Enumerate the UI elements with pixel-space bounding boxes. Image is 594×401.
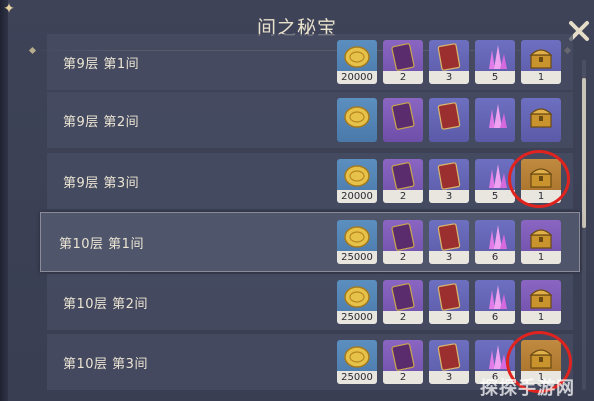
gold-coin-icon — [344, 46, 370, 68]
list-item[interactable]: 第9层 第2间 — [47, 92, 573, 148]
red-book-icon — [437, 343, 461, 371]
reward-slot[interactable]: 5 — [475, 40, 515, 84]
reward-quantity: 6 — [475, 311, 515, 324]
reward-slot[interactable]: 25000 — [337, 340, 377, 384]
purple-book-icon — [391, 43, 415, 71]
reward-slot[interactable]: 20000 — [337, 40, 377, 84]
reward-slot[interactable]: 3 — [429, 40, 469, 84]
crystal-icon — [489, 285, 507, 309]
treasure-chest-icon — [529, 229, 553, 249]
purple-book-icon — [391, 102, 415, 130]
reward-quantity: 25000 — [337, 251, 377, 264]
gold-coin-icon — [344, 286, 370, 308]
reward-quantity: 6 — [475, 251, 515, 264]
purple-book-icon — [391, 343, 415, 371]
reward-quantity: 1 — [521, 251, 561, 264]
gold-coin-icon — [344, 226, 370, 248]
crystal-icon — [489, 104, 507, 128]
purple-book-icon — [391, 162, 415, 190]
reward-quantity: 3 — [429, 371, 469, 384]
reward-slot[interactable]: 1 — [521, 40, 561, 84]
reward-quantity: 2 — [383, 371, 423, 384]
gold-coin-icon — [344, 106, 370, 128]
reward-slot[interactable]: 1 — [521, 220, 561, 264]
reward-slot[interactable]: 20000 — [337, 159, 377, 203]
reward-quantity: 5 — [475, 71, 515, 84]
reward-quantity: 20000 — [337, 71, 377, 84]
reward-quantity: 25000 — [337, 311, 377, 324]
red-book-icon — [437, 43, 461, 71]
reward-slot[interactable]: 2 — [383, 220, 423, 264]
reward-slot[interactable]: 3 — [429, 220, 469, 264]
reward-quantity: 3 — [429, 251, 469, 264]
reward-slot[interactable]: 25000 — [337, 280, 377, 324]
crystal-icon — [489, 164, 507, 188]
purple-book-icon — [391, 283, 415, 311]
row-label: 第10层 第1间 — [59, 236, 144, 252]
crystal-icon — [489, 45, 507, 69]
reward-slot[interactable] — [429, 98, 469, 142]
list-item[interactable]: 第9层 第1间 20000 2 3 5 1 — [47, 34, 573, 90]
list-item[interactable]: 第9层 第3间 20000 2 3 5 1 — [47, 153, 573, 209]
reward-quantity: 2 — [383, 190, 423, 203]
reward-quantity: 3 — [429, 71, 469, 84]
row-label: 第9层 第1间 — [63, 56, 140, 72]
reward-quantity: 25000 — [337, 371, 377, 384]
crystal-icon — [489, 225, 507, 249]
reward-slots — [337, 98, 561, 142]
reward-slot[interactable]: 3 — [429, 340, 469, 384]
reward-slot[interactable]: 25000 — [337, 220, 377, 264]
red-book-icon — [437, 162, 461, 190]
reward-slot[interactable]: 3 — [429, 280, 469, 324]
row-label: 第10层 第3间 — [63, 356, 148, 372]
reward-quantity: 2 — [383, 311, 423, 324]
row-label: 第10层 第2间 — [63, 296, 148, 312]
red-book-icon — [437, 283, 461, 311]
reward-quantity: 1 — [521, 311, 561, 324]
reward-slot[interactable]: 6 — [475, 220, 515, 264]
reward-slot[interactable] — [383, 98, 423, 142]
reward-slots: 20000 2 3 5 1 — [337, 40, 561, 84]
treasure-chest-icon — [529, 49, 553, 69]
red-book-icon — [437, 102, 461, 130]
reward-slot[interactable]: 2 — [383, 340, 423, 384]
watermark: 探探手游网 — [480, 378, 575, 399]
red-book-icon — [437, 223, 461, 251]
list-item[interactable]: 第10层 第2间 25000 2 3 6 1 — [47, 274, 573, 330]
treasure-dialog: ✦ 间之秘宝 第9层 第1间 20000 2 3 5 1 第9层 第2间 第9层… — [0, 0, 594, 401]
reward-slots: 25000 2 3 6 1 — [337, 280, 561, 324]
reward-quantity: 1 — [521, 71, 561, 84]
reward-quantity: 3 — [429, 311, 469, 324]
reward-quantity: 3 — [429, 190, 469, 203]
reward-quantity: 2 — [383, 251, 423, 264]
treasure-chest-icon — [529, 108, 553, 128]
row-label: 第9层 第3间 — [63, 175, 140, 191]
reward-quantity: 2 — [383, 71, 423, 84]
row-label: 第9层 第2间 — [63, 114, 140, 130]
reward-quantity: 20000 — [337, 190, 377, 203]
reward-slot[interactable]: 2 — [383, 280, 423, 324]
treasure-chest-icon — [529, 289, 553, 309]
list-item-selected[interactable]: 第10层 第1间 25000 2 3 6 1 — [40, 212, 580, 272]
reward-slot[interactable]: 2 — [383, 159, 423, 203]
reward-slot[interactable] — [475, 98, 515, 142]
reward-slot[interactable]: 2 — [383, 40, 423, 84]
gold-coin-icon — [344, 346, 370, 368]
reward-slot[interactable]: 3 — [429, 159, 469, 203]
reward-slot[interactable]: 1 — [521, 280, 561, 324]
reward-slot[interactable] — [521, 98, 561, 142]
gold-coin-icon — [344, 165, 370, 187]
purple-book-icon — [391, 223, 415, 251]
reward-list: 第9层 第1间 20000 2 3 5 1 第9层 第2间 第9层 第3间 20… — [0, 0, 594, 401]
highlight-ring — [508, 150, 570, 208]
reward-slots: 25000 2 3 6 1 — [337, 220, 561, 264]
reward-slot[interactable] — [337, 98, 377, 142]
reward-quantity: 5 — [475, 190, 515, 203]
reward-slot[interactable]: 6 — [475, 280, 515, 324]
